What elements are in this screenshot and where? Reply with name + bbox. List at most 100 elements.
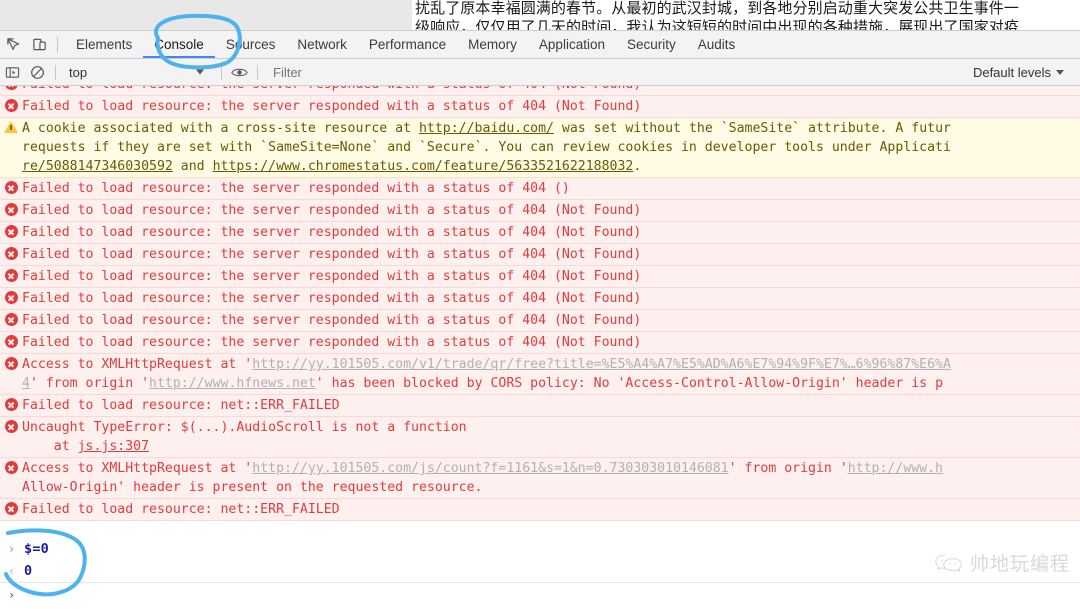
console-message-text: Failed to load resource: the server resp… (22, 86, 1080, 94)
tab-performance[interactable]: Performance (358, 31, 457, 58)
console-new-input-row[interactable]: › (0, 583, 1080, 606)
tab-memory[interactable]: Memory (457, 31, 528, 58)
inspect-element-icon[interactable] (0, 32, 26, 58)
message-segment: Failed to load resource: the server resp… (22, 313, 642, 328)
console-error-row[interactable]: Uncaught TypeError: $(...).AudioScroll i… (0, 417, 1080, 458)
console-error-row[interactable]: Failed to load resource: the server resp… (0, 178, 1080, 200)
filterbar-divider-1 (55, 64, 56, 80)
message-link[interactable]: js.js:307 (78, 439, 149, 454)
message-segment: requests if they are set with `SameSite=… (22, 140, 951, 155)
badge-cell (0, 396, 22, 411)
toolbar-divider (57, 36, 58, 53)
badge-cell (0, 201, 22, 216)
tab-sources[interactable]: Sources (215, 31, 287, 58)
console-error-row[interactable]: Failed to load resource: the server resp… (0, 266, 1080, 288)
console-error-row[interactable]: Failed to load resource: the server resp… (0, 310, 1080, 332)
message-link[interactable]: 4 (22, 376, 30, 391)
page-content-strip: 扰乱了原本幸福圆满的春节。从最初的武汉封城，到各地分别启动重大突发公共卫生事件一… (0, 0, 1080, 30)
message-segment: Access to XMLHttpRequest at ' (22, 461, 253, 476)
message-segment: Failed to load resource: the server resp… (22, 203, 642, 218)
console-warning-row[interactable]: A cookie associated with a cross-site re… (0, 118, 1080, 178)
filterbar-divider-3 (257, 64, 258, 80)
error-icon (4, 86, 18, 90)
console-message-text: Failed to load resource: the server resp… (22, 245, 1080, 264)
warning-icon (4, 121, 18, 133)
badge-cell (0, 459, 22, 474)
message-line: Failed to load resource: the server resp… (22, 179, 1076, 198)
tab-elements[interactable]: Elements (65, 31, 143, 58)
tab-security[interactable]: Security (616, 31, 687, 58)
message-segment: Failed to load resource: the server resp… (22, 99, 642, 114)
message-segment: Uncaught TypeError: $(...).AudioScroll i… (22, 420, 467, 435)
console-error-row[interactable]: Access to XMLHttpRequest at 'http://yy.1… (0, 458, 1080, 499)
message-line: A cookie associated with a cross-site re… (22, 119, 1076, 138)
error-icon (4, 181, 18, 194)
console-message-text: Failed to load resource: net::ERR_FAILED (22, 396, 1080, 415)
console-message-text: Access to XMLHttpRequest at 'http://yy.1… (22, 355, 1080, 393)
console-message-text: Failed to load resource: the server resp… (22, 289, 1080, 308)
console-message-text: Failed to load resource: net::ERR_FAILED (22, 500, 1080, 519)
console-message-text: A cookie associated with a cross-site re… (22, 119, 1080, 176)
message-link[interactable]: https://www.chromestatus.com/feature/563… (213, 159, 634, 174)
badge-cell (0, 119, 22, 133)
badge-cell (0, 355, 22, 370)
message-segment: and (172, 159, 213, 174)
tab-audits[interactable]: Audits (687, 31, 747, 58)
device-toolbar-icon[interactable] (26, 32, 52, 58)
console-error-row[interactable]: Failed to load resource: the server resp… (0, 222, 1080, 244)
message-link[interactable]: http://yy.101505.com/v1/trade/qr/free?ti… (252, 357, 951, 372)
message-segment: Failed to load resource: the server resp… (22, 291, 642, 306)
message-segment: Failed to load resource: the server resp… (22, 225, 642, 240)
log-levels-label: Default levels (972, 64, 1051, 80)
console-error-row[interactable]: Failed to load resource: net::ERR_FAILED (0, 499, 1080, 521)
console-error-row[interactable]: Failed to load resource: the server resp… (0, 86, 1080, 96)
console-error-row[interactable]: Failed to load resource: the server resp… (0, 288, 1080, 310)
message-link[interactable]: http://www.h (848, 461, 943, 476)
tab-console[interactable]: Console (143, 31, 215, 58)
filter-input[interactable] (263, 59, 973, 85)
console-message-text: Uncaught TypeError: $(...).AudioScroll i… (22, 418, 1080, 456)
log-levels-select[interactable]: Default levels (973, 65, 1080, 80)
badge-cell (0, 500, 22, 515)
error-icon (4, 99, 18, 112)
console-error-row[interactable]: Access to XMLHttpRequest at 'http://yy.1… (0, 354, 1080, 395)
message-link[interactable]: http://baidu.com/ (419, 121, 554, 136)
clear-console-icon[interactable] (25, 60, 50, 85)
message-line: requests if they are set with `SameSite=… (22, 138, 1076, 157)
message-line: Allow-Origin' header is present on the r… (22, 478, 1076, 497)
error-icon (4, 247, 18, 260)
article-line-2: 级响应，仅仅用了几天的时间，我认为这短短的时间中出现的各种措施，展现出了国家对疫 (415, 18, 1020, 30)
badge-cell (0, 418, 22, 433)
message-link[interactable]: re/5088147346030592 (22, 159, 173, 174)
chevron-down-icon (1056, 69, 1064, 75)
console-prompt-area[interactable]: › $=0 ‹ 0 › (0, 537, 1080, 609)
message-segment: Failed to load resource: the server resp… (22, 181, 570, 196)
live-expression-icon[interactable] (227, 60, 252, 85)
console-message-text: Failed to load resource: the server resp… (22, 311, 1080, 330)
message-link[interactable]: http://yy.101505.com/js/count?f=1161&s=1… (252, 461, 728, 476)
console-output-row: ‹ 0 (0, 560, 1080, 583)
console-error-row[interactable]: Failed to load resource: the server resp… (0, 96, 1080, 118)
message-link[interactable]: http://www.hfnews.net (149, 376, 316, 391)
console-error-row[interactable]: Failed to load resource: net::ERR_FAILED (0, 395, 1080, 417)
execution-context-select[interactable]: top (61, 65, 216, 80)
console-filter-bar: top Default levels (0, 59, 1080, 86)
console-error-row[interactable]: Failed to load resource: the server resp… (0, 244, 1080, 266)
tab-network[interactable]: Network (286, 31, 358, 58)
message-line: Failed to load resource: the server resp… (22, 201, 1076, 220)
message-line: Failed to load resource: the server resp… (22, 311, 1076, 330)
console-message-list[interactable]: Failed to load resource: the server resp… (0, 86, 1080, 537)
console-error-row[interactable]: Failed to load resource: the server resp… (0, 332, 1080, 354)
console-input-value: $=0 (24, 540, 49, 557)
console-error-row[interactable]: Failed to load resource: the server resp… (0, 200, 1080, 222)
error-icon (4, 398, 18, 411)
tab-application[interactable]: Application (528, 31, 616, 58)
error-icon (4, 420, 18, 433)
message-line: Failed to load resource: the server resp… (22, 223, 1076, 242)
show-console-sidebar-icon[interactable] (0, 60, 25, 85)
console-input-row[interactable]: › $=0 (0, 537, 1080, 560)
message-segment: Allow-Origin' header is present on the r… (22, 480, 483, 495)
badge-cell (0, 333, 22, 348)
console-message-text: Failed to load resource: the server resp… (22, 97, 1080, 116)
article-line-1: 扰乱了原本幸福圆满的春节。从最初的武汉封城，到各地分别启动重大突发公共卫生事件一 (415, 0, 1020, 17)
